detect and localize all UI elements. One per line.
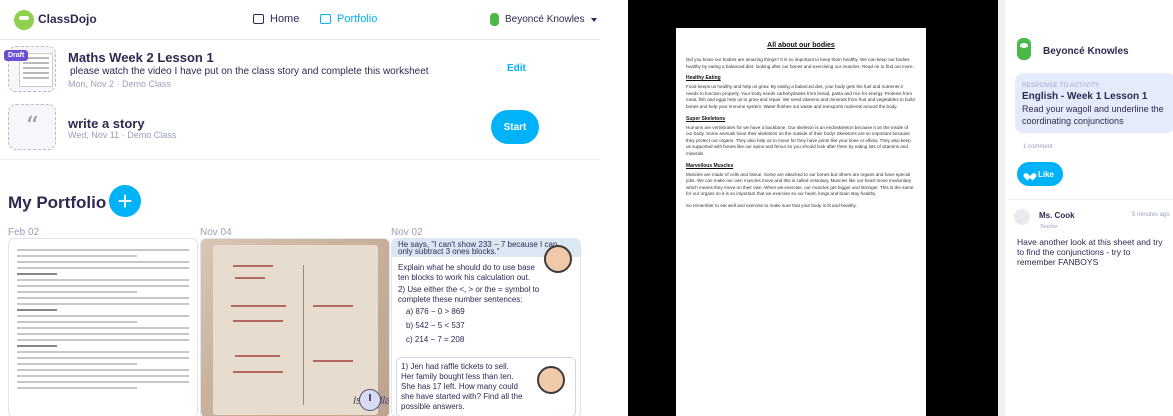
question-box: 1) Jen had raffle tickets to sell. Her f… [396,357,576,416]
question-text: Explain what he should do to use base te… [398,263,535,282]
portfolio-item-document[interactable] [8,238,198,416]
activity-item[interactable]: “ write a story Wed, Nov 11 · Demo Class… [0,100,600,160]
top-navigation-bar: ClassDojo Home Portfolio Beyoncé Knowles [0,0,600,40]
document-viewer: All about our bodies Did you know our bo… [628,0,998,416]
question-text: 2) Use either the <, > or the = symbol t… [398,285,540,304]
edit-button[interactable]: Edit [507,63,526,74]
activity-description: please watch the video I have put on the… [70,66,429,77]
portfolio-item-photo[interactable]: Isabella [200,238,390,416]
document-heading: Marvellous Muscles [686,162,734,169]
portfolio-icon [320,14,331,24]
activity-title: Maths Week 2 Lesson 1 [68,50,214,65]
portfolio-date: Nov 02 [391,227,423,238]
nav-portfolio[interactable]: Portfolio [320,13,377,25]
chevron-down-icon [590,17,597,22]
portfolio-date: Nov 04 [200,227,232,238]
add-portfolio-button[interactable]: + [109,185,141,217]
clock-icon [359,389,381,411]
user-menu[interactable]: Beyoncé Knowles [490,13,597,26]
question-text: 1) Jen had raffle tickets to sell. Her f… [401,362,523,411]
document-title: All about our bodies [767,42,835,49]
heart-icon [1026,170,1034,178]
classdojo-logo-icon[interactable] [14,10,34,30]
document-paragraph: Muscles are made of cells and tissue. So… [686,171,914,197]
activity-meta: Wed, Nov 11 · Demo Class [68,130,177,140]
draft-badge: Draft [4,50,29,61]
comment-sidebar [998,0,1173,416]
user-name: Beyoncé Knowles [505,14,585,25]
like-label: Like [1037,169,1054,179]
quote-icon: “ [8,104,56,150]
activity-item[interactable]: Draft Maths Week 2 Lesson 1 please watch… [0,42,600,102]
answer-a: a) 876 − 0 > 869 [406,307,465,316]
app-logo-text[interactable]: ClassDojo [38,12,97,26]
portfolio-heading: My Portfolio [8,193,107,212]
document-heading: Super Skeletons [686,115,726,122]
document-paragraph: Did you know our bodies are amazing thin… [686,57,916,69]
start-button[interactable]: Start [491,110,539,144]
student-portal-panel: ClassDojo Home Portfolio Beyoncé Knowles… [0,0,600,416]
worksheet-photo: Isabella [213,245,389,415]
portfolio-item-worksheet[interactable]: He says, "I can't show 233 − 7 because I… [391,238,581,416]
answer-c: c) 214 − 7 = 208 [406,335,465,344]
nav-home[interactable]: Home [253,13,299,25]
portfolio-date: Feb 02 [8,227,40,238]
activity-title: write a story [68,116,145,131]
nav-portfolio-label: Portfolio [337,13,378,25]
app-root: ClassDojo Home Portfolio Beyoncé Knowles… [0,0,1173,416]
document-heading: Healthy Eating [686,75,721,82]
nav-home-label: Home [270,13,300,25]
character-face-icon [544,245,572,273]
document-paragraph: Food keeps us healthy and help us grow. … [686,84,915,109]
document-paragraph: So remember to eat well and exercise to … [686,202,857,208]
answer-b: b) 542 − 5 < 537 [406,321,465,330]
user-avatar-icon [490,13,499,26]
home-icon [253,14,264,24]
document-paragraph: Humans are vertebrates for we have a bac… [686,124,911,156]
character-face-icon [537,366,565,394]
sidebar-scrollbar[interactable] [998,0,1005,416]
document-page[interactable]: All about our bodies Did you know our bo… [676,28,926,416]
like-button[interactable]: Like [1017,162,1063,186]
activity-meta: Mon, Nov 2 · Demo Class [68,79,172,89]
